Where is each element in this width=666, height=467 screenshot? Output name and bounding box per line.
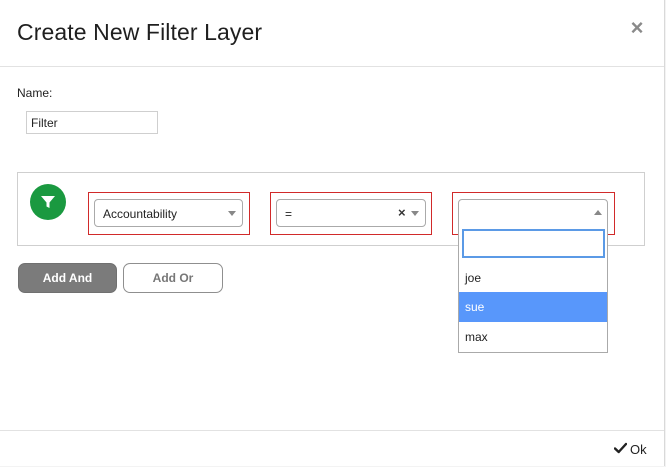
dropdown-search-input[interactable] [462,229,605,258]
chevron-up-icon [594,210,602,215]
dialog-title: Create New Filter Layer [17,19,263,45]
name-input[interactable] [26,111,158,134]
dropdown-option-joe[interactable]: joe [459,263,607,293]
field-select[interactable]: Accountability [94,199,243,227]
clear-icon[interactable]: × [398,205,406,220]
dialog-header: Create New Filter Layer × [0,0,664,67]
add-and-button[interactable]: Add And [18,263,117,293]
ok-button[interactable]: Ok [613,442,647,457]
add-or-button[interactable]: Add Or [123,263,223,293]
dropdown-option-max[interactable]: max [459,322,607,352]
close-icon[interactable]: × [627,17,647,39]
funnel-icon [30,184,66,220]
check-icon [613,442,628,457]
operator-select[interactable]: = × [276,199,426,227]
value-dropdown: joe sue max [458,224,608,353]
ok-label: Ok [630,442,647,457]
value-select[interactable] [458,199,608,227]
chevron-down-icon [411,211,419,216]
field-select-value: Accountability [103,207,178,221]
dropdown-option-sue[interactable]: sue [459,292,607,322]
dialog-footer: Ok [0,430,664,467]
operator-select-value: = [285,207,293,221]
operator-select-highlight: = × [270,192,432,235]
create-filter-layer-dialog: Create New Filter Layer × Name: Accounta… [0,0,665,466]
chevron-down-icon [228,211,236,216]
name-label: Name: [17,86,53,100]
field-select-highlight: Accountability [88,192,250,235]
